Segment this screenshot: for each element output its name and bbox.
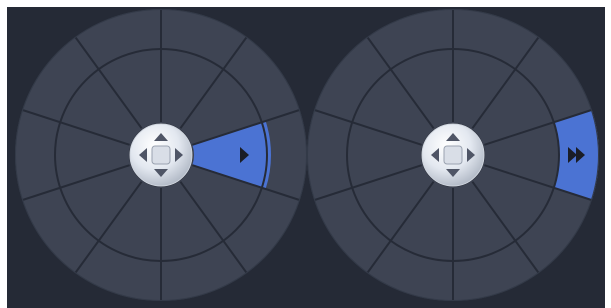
pan-wheel-fast[interactable]: [307, 9, 599, 301]
pan-wheels-canvas: [15, 9, 599, 301]
center-knob[interactable]: [129, 123, 193, 187]
app-background: [7, 7, 605, 308]
center-knob[interactable]: [421, 123, 485, 187]
pan-wheel-slow[interactable]: [15, 9, 307, 301]
